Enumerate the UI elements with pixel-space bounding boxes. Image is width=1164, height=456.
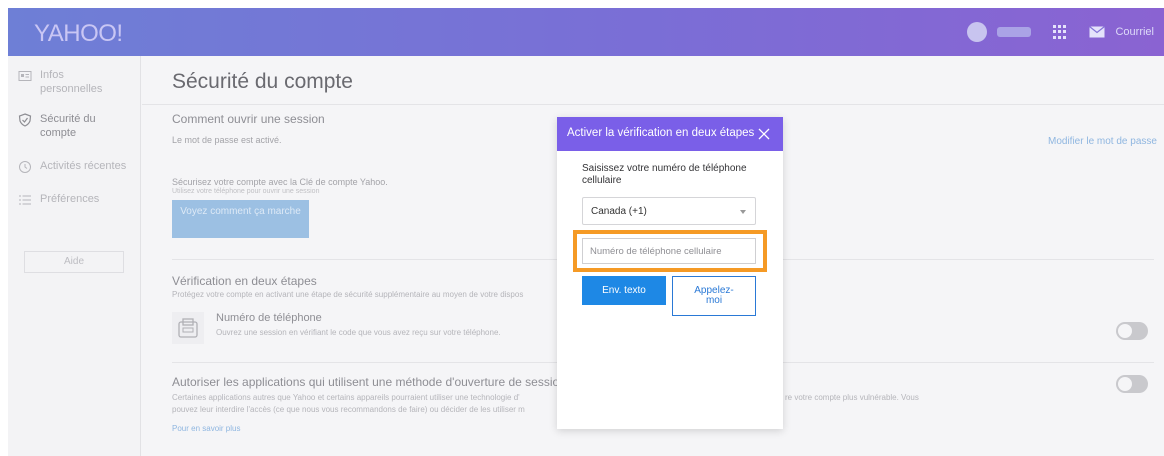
top-header: YAHOO! Courriel xyxy=(8,8,1164,56)
help-button[interactable]: Aide xyxy=(24,251,124,273)
two-step-toggle[interactable] xyxy=(1116,322,1148,340)
modal-title: Activer la vérification en deux étapes xyxy=(567,127,755,139)
see-how-button[interactable]: Voyez comment ça marche xyxy=(172,200,309,238)
phone-method-title: Numéro de téléphone xyxy=(216,312,322,324)
call-me-button[interactable]: Appelez-moi xyxy=(672,276,756,316)
header-right: Courriel xyxy=(967,22,1154,42)
send-text-button[interactable]: Env. texto xyxy=(582,276,666,305)
sidebar-item-personal-info[interactable]: Infos personnelles xyxy=(18,68,120,96)
id-card-icon xyxy=(18,71,32,81)
two-step-section-title: Vérification en deux étapes xyxy=(172,274,317,288)
sidebar-item-label: Préférences xyxy=(40,193,100,205)
two-step-description: Protégez votre compte en activant une ét… xyxy=(172,290,524,299)
apps-description-1-end: re votre compte plus vulnérable. Vous xyxy=(785,393,919,402)
phone-method-text: Ouvrez une session en vérifiant le code … xyxy=(216,328,501,337)
modal-header: Activer la vérification en deux étapes xyxy=(557,117,783,151)
close-icon[interactable] xyxy=(757,127,771,141)
two-step-modal: Activer la vérification en deux étapes S… xyxy=(557,117,783,429)
sidebar-item-recent-activity[interactable]: Activités récentes xyxy=(18,159,140,174)
apps-description-2: pouvez leur interdire l'accès (ce que no… xyxy=(172,405,525,414)
divider xyxy=(142,104,1164,105)
learn-more-link[interactable]: Pour en savoir plus xyxy=(172,424,240,433)
avatar[interactable] xyxy=(967,22,988,42)
phone-method-icon-box xyxy=(172,312,204,344)
username-placeholder[interactable] xyxy=(997,27,1032,37)
apps-section-title: Autoriser les applications qui utilisent… xyxy=(172,375,580,389)
signin-section-title: Comment ouvrir une session xyxy=(172,112,325,126)
chevron-down-icon xyxy=(740,210,746,214)
account-key-hint: Utilisez votre téléphone pour ouvrir une… xyxy=(172,188,320,195)
yahoo-logo[interactable]: YAHOO! xyxy=(34,20,123,48)
page-title: Sécurité du compte xyxy=(172,70,353,93)
apps-description-1: Certaines applications autres que Yahoo … xyxy=(172,393,520,402)
sidebar-item-preferences[interactable]: Préférences xyxy=(18,192,120,207)
account-key-text: Sécurisez votre compte avec la Clé de co… xyxy=(172,177,388,187)
app-frame: YAHOO! Courriel Infos personnelles Sécur… xyxy=(8,8,1164,456)
change-password-link[interactable]: Modifier le mot de passe xyxy=(1048,136,1157,147)
mail-link[interactable]: Courriel xyxy=(1115,26,1154,38)
apps-toggle[interactable] xyxy=(1116,375,1148,393)
sidebar: Infos personnelles Sécurité du compte Ac… xyxy=(8,56,141,456)
sidebar-item-label: Sécurité du compte xyxy=(40,113,96,139)
modal-instruction: Saisissez votre numéro de téléphone cell… xyxy=(582,163,747,186)
password-status: Le mot de passe est activé. xyxy=(172,135,282,145)
sidebar-item-label: Activités récentes xyxy=(40,160,127,172)
country-select[interactable]: Canada (+1) xyxy=(582,197,756,225)
clock-icon xyxy=(19,161,31,173)
mail-icon[interactable] xyxy=(1089,26,1106,38)
sidebar-item-label: Infos personnelles xyxy=(40,69,103,95)
apps-grid-icon[interactable] xyxy=(1053,25,1067,39)
country-value: Canada (+1) xyxy=(591,206,647,217)
sidebar-item-account-security[interactable]: Sécurité du compte xyxy=(18,112,120,140)
phone-number-input[interactable] xyxy=(582,238,756,264)
list-icon xyxy=(19,195,31,205)
shield-icon xyxy=(18,113,32,127)
phone-icon xyxy=(178,318,198,338)
